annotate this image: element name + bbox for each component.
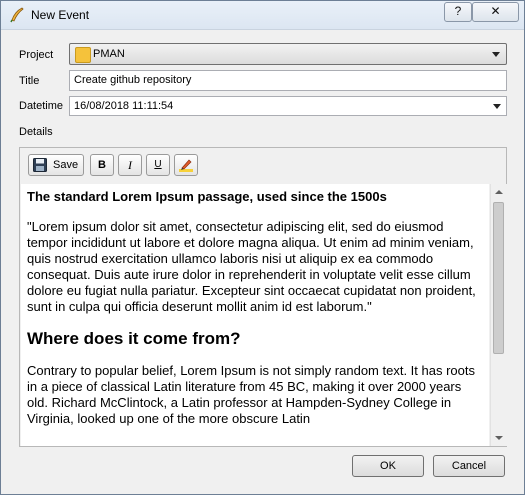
content-heading-1: The standard Lorem Ipsum passage, used s… [27,189,387,204]
cancel-button[interactable]: Cancel [433,455,505,477]
title-bar: New Event ? ✕ [1,1,524,30]
datetime-label: Datetime [19,100,64,112]
highlight-button[interactable] [174,154,198,176]
scrollbar-thumb[interactable] [493,202,504,354]
title-input[interactable]: Create github repository [69,70,507,91]
scroll-up-icon[interactable] [495,190,503,194]
highlight-pen-icon [178,159,194,176]
vertical-scrollbar[interactable] [490,184,507,446]
title-label: Title [19,75,40,87]
ok-button[interactable]: OK [352,455,424,477]
content-paragraph-1: "Lorem ipsum dolor sit amet, consectetur… [27,219,476,314]
details-editor: Save B I U The standard Lorem Ipsum pass… [19,147,507,447]
content-paragraph-2: Contrary to popular belief, Lorem Ipsum … [27,363,475,426]
save-disk-icon [33,158,47,172]
editor-content[interactable]: The standard Lorem Ipsum passage, used s… [21,184,489,446]
save-button-label: Save [53,159,79,171]
datetime-picker[interactable]: 16/08/2018 11:11:54 [69,96,507,116]
new-event-dialog: New Event ? ✕ Project PMAN Title Create … [0,0,525,495]
save-button[interactable]: Save [28,154,84,176]
project-label: Project [19,49,54,61]
project-select-value: PMAN [93,48,125,60]
datetime-value: 16/08/2018 11:11:54 [74,100,174,112]
project-select[interactable]: PMAN [69,43,507,65]
quill-pen-icon [9,7,25,23]
content-heading-2: Where does it come from? [27,329,241,348]
underline-button[interactable]: U [146,154,170,176]
scroll-down-icon[interactable] [495,436,503,440]
details-label: Details [19,126,53,138]
project-color-swatch [75,47,91,63]
chevron-down-icon [492,52,500,57]
close-button[interactable]: ✕ [472,2,519,22]
chevron-down-icon[interactable] [493,104,501,109]
window-title: New Event [31,8,90,22]
italic-button[interactable]: I [118,154,142,176]
help-button[interactable]: ? [444,2,472,22]
bold-button[interactable]: B [90,154,114,176]
